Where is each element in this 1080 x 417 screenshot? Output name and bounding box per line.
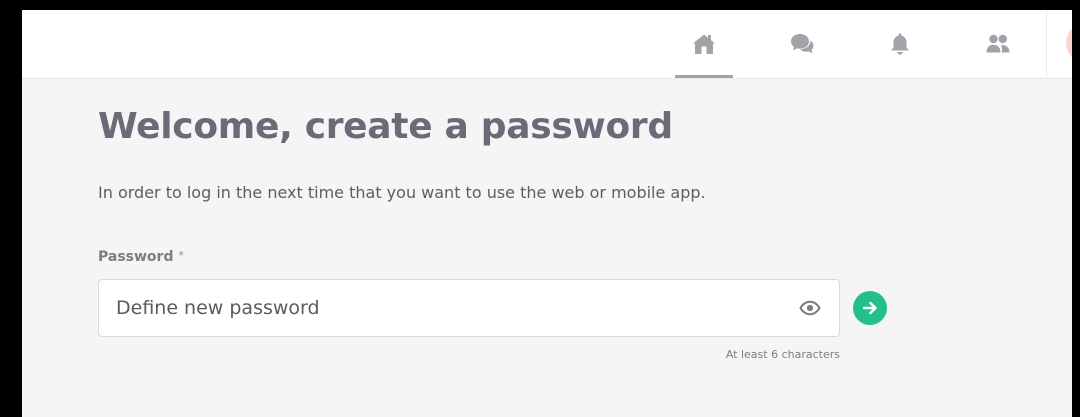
chat-bubbles-icon xyxy=(791,34,814,54)
page-title: Welcome, create a password xyxy=(98,106,673,147)
bell-icon xyxy=(891,33,909,55)
required-mark: * xyxy=(178,249,184,262)
nav-chat[interactable] xyxy=(773,10,831,78)
password-hint: At least 6 characters xyxy=(725,348,840,361)
people-icon xyxy=(986,34,1010,53)
password-label: Password * xyxy=(98,249,184,265)
arrow-right-icon xyxy=(862,301,877,315)
nav-notifications[interactable] xyxy=(871,10,929,78)
password-label-text: Password xyxy=(98,249,174,265)
home-icon xyxy=(693,34,715,54)
password-input[interactable] xyxy=(99,280,789,336)
app-window: Welcome, create a password In order to l… xyxy=(22,10,1072,417)
page-subtitle: In order to log in the next time that yo… xyxy=(98,183,706,202)
top-navigation-bar xyxy=(22,10,1072,79)
eye-icon[interactable] xyxy=(799,298,821,318)
submit-password-button[interactable] xyxy=(853,291,887,325)
nav-home[interactable] xyxy=(675,10,733,78)
user-avatar[interactable] xyxy=(1066,23,1072,63)
nav-people[interactable] xyxy=(969,10,1027,78)
password-input-box xyxy=(98,279,840,337)
nav-divider xyxy=(1046,10,1047,78)
